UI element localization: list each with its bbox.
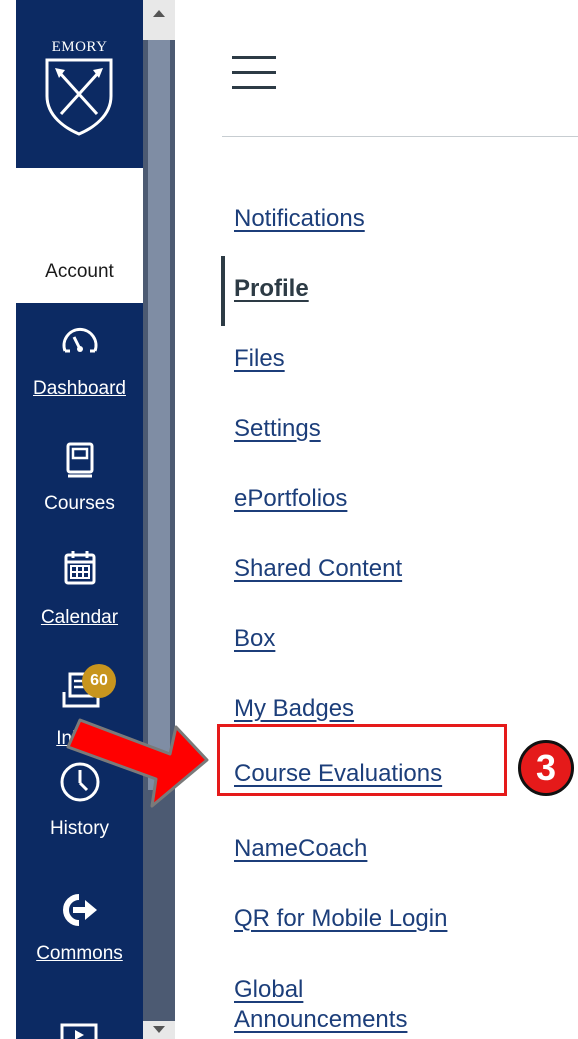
menu-link-files[interactable]: Files (234, 345, 285, 373)
nav-item-label: Inbox (56, 728, 103, 749)
nav-item-label: Account (45, 261, 114, 282)
nav-item-partial[interactable] (16, 1022, 143, 1039)
nav-item-label: Courses (44, 493, 115, 514)
shield-logo-icon (45, 58, 113, 136)
menu-link-qr-mobile-login[interactable]: QR for Mobile Login (234, 905, 447, 933)
nav-item-label: Calendar (40, 607, 119, 628)
header-divider (222, 136, 578, 137)
clock-icon (16, 760, 143, 804)
nav-item-courses[interactable]: Courses (16, 442, 143, 522)
menu-link-shared-content[interactable]: Shared Content (234, 555, 402, 583)
nav-item-history[interactable]: History (16, 760, 143, 850)
menu-link-eportfolios[interactable]: ePortfolios (234, 485, 347, 513)
nav-item-account[interactable]: Account (16, 168, 143, 303)
nav-scrollbar[interactable] (143, 0, 175, 1039)
menu-link-namecoach[interactable]: NameCoach (234, 835, 367, 863)
calendar-icon (16, 550, 143, 586)
scroll-up-arrow-icon[interactable] (143, 0, 175, 40)
menu-link-my-badges[interactable]: My Badges (234, 695, 354, 723)
menu-link-notifications[interactable]: Notifications (234, 205, 365, 233)
menu-link-box[interactable]: Box (234, 625, 275, 653)
dashboard-gauge-icon (16, 323, 143, 357)
scroll-down-arrow-icon[interactable] (143, 1021, 175, 1039)
nav-item-dashboard[interactable]: Dashboard (16, 323, 143, 413)
menu-link-label-line2: Announcements (234, 1006, 408, 1033)
menu-link-settings[interactable]: Settings (234, 415, 321, 443)
logo-text: EMORY (51, 39, 108, 55)
nav-item-label: Commons (36, 943, 123, 964)
global-navigation: EMORY Account Dashboard Courses Calendar… (16, 0, 143, 1039)
nav-item-inbox[interactable]: 60 Inbox (16, 664, 143, 758)
menu-link-profile[interactable]: Profile (234, 275, 309, 303)
menu-link-label: Global (234, 976, 304, 1003)
video-icon (60, 1023, 98, 1039)
book-icon (16, 442, 143, 480)
nav-item-label: History (49, 818, 110, 839)
emory-logo[interactable]: EMORY (16, 0, 143, 168)
unread-count-badge: 60 (82, 664, 116, 698)
active-item-indicator (221, 256, 225, 326)
nav-item-commons[interactable]: Commons (16, 893, 143, 983)
highlight-box (217, 724, 507, 796)
nav-item-label: Dashboard (33, 378, 126, 399)
commons-arrow-icon (16, 893, 143, 927)
hamburger-menu-icon[interactable] (232, 56, 276, 92)
scrollbar-thumb[interactable] (148, 40, 170, 790)
step-number-badge: 3 (518, 740, 574, 796)
nav-item-calendar[interactable]: Calendar (16, 550, 143, 640)
menu-link-global-announcements[interactable]: Global Announcements (234, 975, 407, 1035)
inbox-icon (16, 668, 143, 710)
